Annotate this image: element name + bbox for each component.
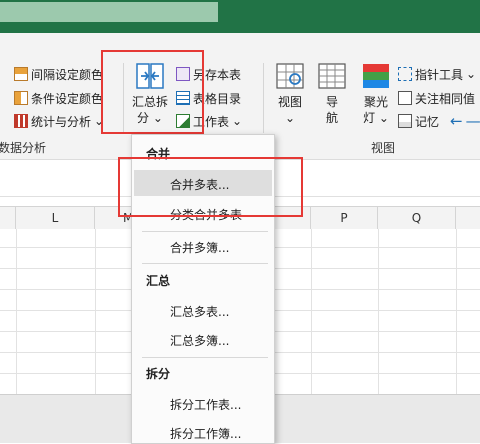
menu-divider bbox=[142, 231, 268, 232]
chevron-down-icon: ⌄ bbox=[284, 111, 296, 125]
menu-section-header-summary: 汇总 bbox=[146, 274, 171, 288]
column-header-q[interactable]: Q bbox=[378, 207, 456, 229]
divider bbox=[263, 63, 264, 133]
view-grid-icon bbox=[276, 63, 304, 89]
navigation-button[interactable]: 导 航 bbox=[314, 61, 350, 126]
pointer-tool-button[interactable]: 指针工具 ⌄ bbox=[398, 64, 476, 84]
menu-item-merge-workbooks[interactable]: 合并多簿... bbox=[170, 239, 229, 256]
spotlight-button[interactable]: 聚光 灯 ⌄ bbox=[356, 61, 396, 126]
spotlight-icon bbox=[363, 64, 389, 88]
title-bar bbox=[0, 0, 480, 33]
view-button[interactable]: 视图 ⌄ bbox=[272, 61, 308, 126]
memory-icon bbox=[398, 114, 412, 128]
back-arrow-icon[interactable]: ← bbox=[450, 112, 463, 130]
focus-same-value-button[interactable]: 关注相同值 bbox=[398, 88, 475, 108]
menu-section-header-split: 拆分 bbox=[146, 367, 171, 381]
interval-color-button[interactable]: 间隔设定颜色 bbox=[14, 64, 103, 84]
menu-item-summary-sheets[interactable]: 汇总多表... bbox=[170, 303, 229, 320]
column-header-l[interactable]: L bbox=[16, 207, 95, 229]
condition-color-icon bbox=[14, 91, 28, 105]
focus-same-value-icon bbox=[398, 91, 412, 105]
forward-arrow-icon[interactable]: — bbox=[466, 112, 480, 130]
highlight-box-merge-sheets bbox=[118, 157, 303, 217]
column-line bbox=[378, 229, 379, 394]
column-line bbox=[16, 229, 17, 394]
group-label-data-analysis: 数据分析 bbox=[0, 141, 47, 155]
statistics-analysis-button[interactable]: 统计与分析 ⌄ bbox=[14, 111, 104, 131]
group-label-view: 视图 bbox=[371, 141, 396, 155]
highlight-box-merge-split bbox=[101, 50, 204, 134]
memory-button[interactable]: 记忆 ← — bbox=[398, 111, 480, 131]
menu-divider bbox=[142, 263, 268, 264]
menu-divider bbox=[142, 357, 268, 358]
interval-color-icon bbox=[14, 67, 28, 81]
column-line bbox=[456, 229, 457, 394]
menu-item-split-workbook[interactable]: 拆分工作簿... bbox=[170, 425, 241, 442]
navigation-icon bbox=[318, 63, 346, 89]
title-region bbox=[0, 2, 218, 22]
condition-color-button[interactable]: 条件设定颜色 bbox=[14, 88, 103, 108]
column-line bbox=[95, 229, 96, 394]
menu-item-summary-workbooks[interactable]: 汇总多簿... bbox=[170, 332, 229, 349]
menu-item-split-worksheet[interactable]: 拆分工作表... bbox=[170, 396, 241, 413]
chevron-down-icon: ⌄ bbox=[466, 67, 477, 81]
column-header-p[interactable]: P bbox=[311, 207, 378, 229]
chevron-down-icon: ⌄ bbox=[232, 114, 243, 128]
column-line bbox=[311, 229, 312, 394]
column-header-partial bbox=[0, 207, 16, 229]
statistics-icon bbox=[14, 114, 28, 128]
pointer-tool-icon bbox=[398, 67, 412, 81]
